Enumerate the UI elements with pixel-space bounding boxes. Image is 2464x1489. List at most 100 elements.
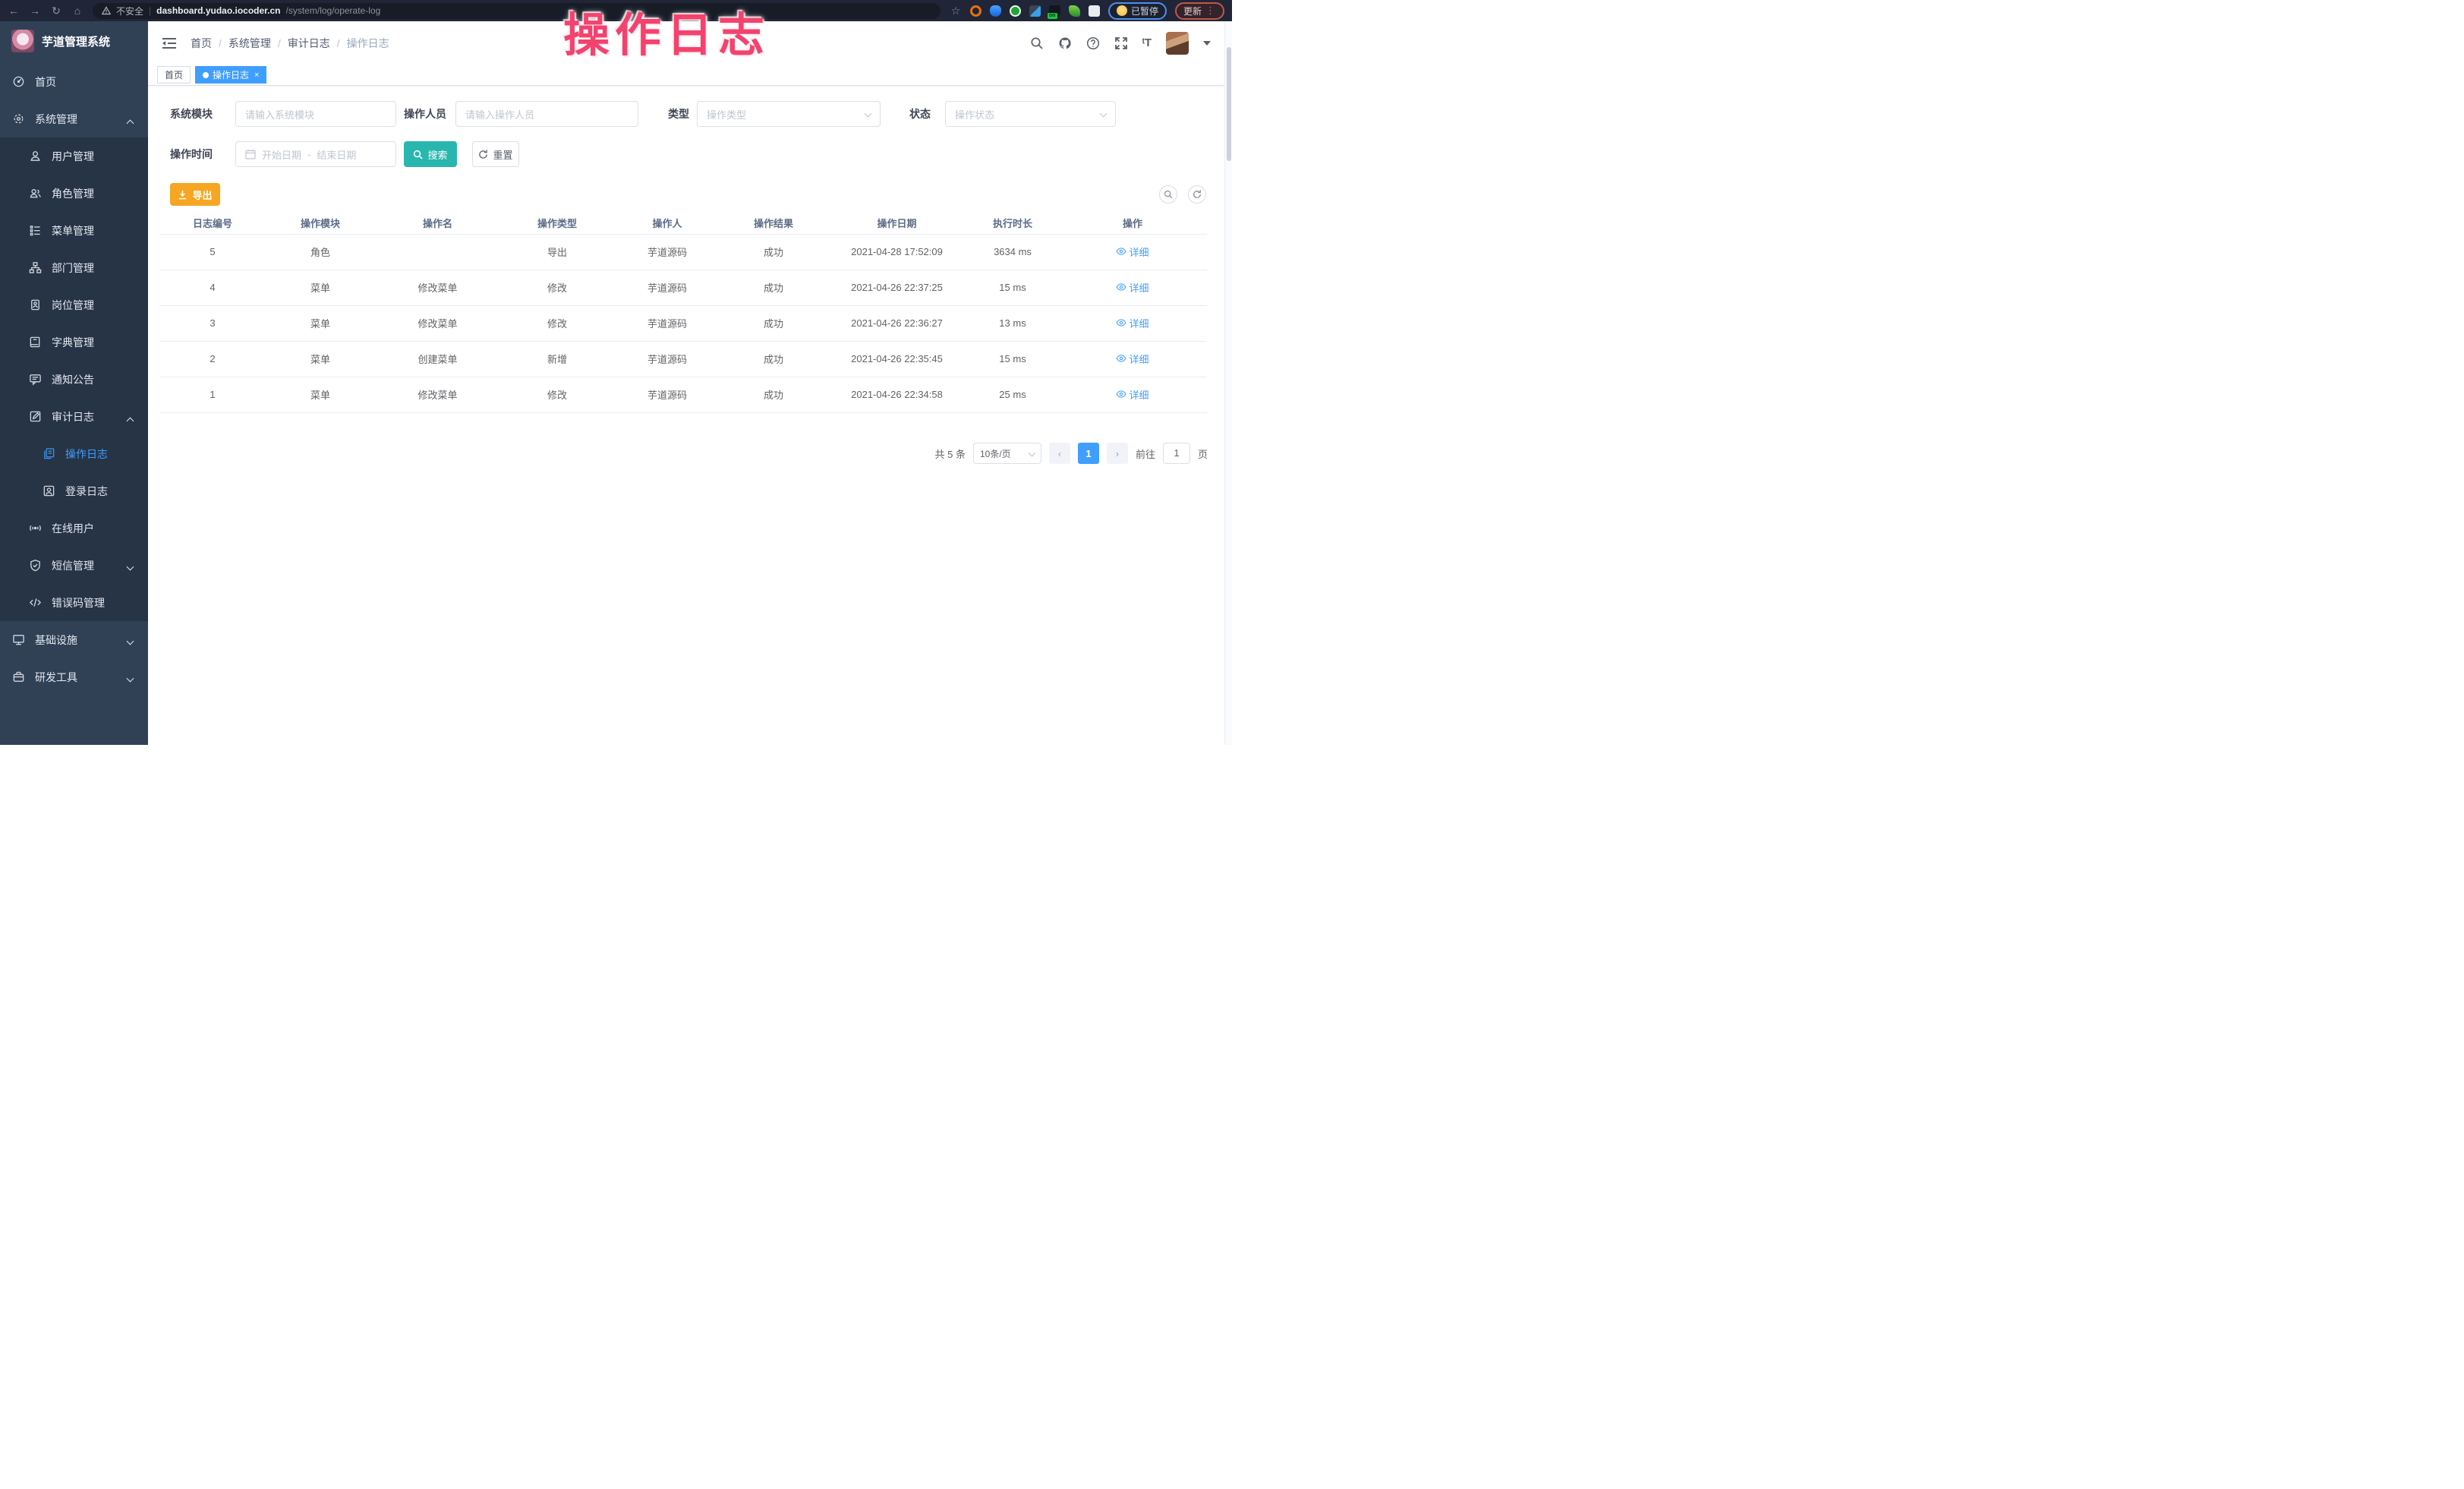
table-cell: 菜单 [266, 341, 375, 377]
table-cell: 修改菜单 [375, 305, 500, 341]
page-1-button[interactable]: 1 [1078, 443, 1099, 464]
refresh-table-button[interactable] [1188, 185, 1206, 203]
sidebar-item-错误码管理[interactable]: 错误码管理 [0, 584, 148, 621]
page-scrollbar[interactable] [1224, 21, 1232, 745]
extension-icon[interactable] [1069, 5, 1080, 17]
detail-link[interactable]: 详细 [1116, 387, 1149, 402]
table-cell: 芋道源码 [614, 270, 720, 305]
scrollbar-thumb[interactable] [1227, 47, 1231, 161]
table-row: 2菜单创建菜单新增芋道源码成功2021-04-26 22:35:4515 ms详… [159, 341, 1207, 377]
chevron-down-icon [127, 563, 134, 570]
column-header: 操作名 [375, 213, 500, 234]
help-icon[interactable] [1086, 36, 1100, 50]
sidebar-item-用户管理[interactable]: 用户管理 [0, 137, 148, 175]
toggle-search-button[interactable] [1159, 185, 1177, 203]
goto-page-input[interactable]: 1 [1163, 443, 1190, 464]
sidebar-item-审计日志[interactable]: 审计日志 [0, 398, 148, 435]
sidebar-item-系统管理[interactable]: 系统管理 [0, 100, 148, 137]
prev-page-button[interactable]: ‹ [1049, 443, 1070, 464]
extension-icon[interactable] [1010, 5, 1021, 17]
operator-placeholder: 请输入操作人员 [465, 107, 534, 121]
user-menu-caret-icon[interactable] [1203, 41, 1211, 46]
font-size-icon[interactable]: ᵗT [1142, 36, 1152, 49]
export-button[interactable]: 导出 [170, 183, 220, 206]
sidebar-item-操作日志[interactable]: 操作日志 [0, 435, 148, 472]
sidebar-item-短信管理[interactable]: 短信管理 [0, 547, 148, 584]
sidebar-item-角色管理[interactable]: 角色管理 [0, 175, 148, 212]
table-cell: 成功 [720, 234, 827, 270]
extension-icon[interactable]: on [1049, 5, 1060, 17]
sidebar-item-菜单管理[interactable]: 菜单管理 [0, 212, 148, 249]
reset-button[interactable]: 重置 [472, 141, 519, 167]
forward-icon[interactable]: → [29, 5, 41, 17]
extension-badge: on [1048, 13, 1057, 19]
sidebar-item-登录日志[interactable]: 登录日志 [0, 472, 148, 509]
sidebar-item-岗位管理[interactable]: 岗位管理 [0, 286, 148, 323]
breadcrumb-item[interactable]: 系统管理 [228, 36, 271, 51]
breadcrumb-separator: / [278, 37, 281, 49]
sidebar-item-研发工具[interactable]: 研发工具 [0, 658, 148, 696]
github-icon[interactable] [1058, 36, 1072, 50]
bookmark-star-icon[interactable]: ☆ [950, 5, 962, 17]
extension-icon[interactable] [1029, 5, 1041, 17]
operate-log-table: 日志编号操作模块操作名操作类型操作人操作结果操作日期执行时长操作5角色导出芋道源… [159, 213, 1207, 413]
sidebar-item-字典管理[interactable]: 字典管理 [0, 323, 148, 361]
sidebar-item-部门管理[interactable]: 部门管理 [0, 249, 148, 286]
fullscreen-icon[interactable] [1114, 36, 1128, 50]
address-bar[interactable]: 不安全 | dashboard.yudao.iocoder.cn /system… [93, 3, 941, 19]
status-select[interactable]: 操作状态 [945, 101, 1116, 127]
tab-操作日志[interactable]: 操作日志× [195, 66, 266, 84]
reload-icon[interactable]: ↻ [50, 5, 62, 17]
puzzle-extensions-icon[interactable] [1089, 5, 1100, 17]
sidebar-item-首页[interactable]: 首页 [0, 63, 148, 100]
module-input[interactable]: 请输入系统模块 [235, 101, 396, 127]
breadcrumb-item[interactable]: 审计日志 [288, 36, 330, 51]
date-range-picker[interactable]: 开始日期 - 结束日期 [235, 141, 396, 167]
user-avatar[interactable] [1166, 32, 1189, 55]
tab-label: 首页 [165, 68, 183, 81]
table-cell: 芋道源码 [614, 377, 720, 412]
detail-link[interactable]: 详细 [1116, 244, 1149, 259]
next-page-button[interactable]: › [1107, 443, 1128, 464]
detail-link[interactable]: 详细 [1116, 316, 1149, 330]
pagination: 共 5 条 10条/页 ‹ 1 › 前往 1 页 [148, 443, 1208, 464]
table-cell-actions: 详细 [1058, 305, 1207, 341]
sidebar-item-label: 系统管理 [35, 112, 77, 127]
home-icon[interactable]: ⌂ [71, 5, 83, 17]
operator-input[interactable]: 请输入操作人员 [455, 101, 638, 127]
table-cell: 2021-04-26 22:34:58 [827, 377, 967, 412]
sidebar: 芋道管理系统 首页系统管理用户管理角色管理菜单管理部门管理岗位管理字典管理通知公… [0, 21, 148, 745]
sidebar-item-label: 错误码管理 [52, 595, 105, 610]
tab-首页[interactable]: 首页 [157, 66, 191, 84]
sidebar-item-label: 短信管理 [52, 558, 94, 573]
sidebar-item-在线用户[interactable]: 在线用户 [0, 509, 148, 547]
sidebar-item-通知公告[interactable]: 通知公告 [0, 361, 148, 398]
table-cell: 导出 [500, 234, 614, 270]
browser-menu-icon[interactable]: ⋮ [1205, 5, 1216, 17]
search-button[interactable]: 搜索 [404, 141, 457, 167]
table-cell: 25 ms [967, 377, 1058, 412]
browser-update-button[interactable]: 更新 ⋮ [1175, 2, 1224, 20]
extension-icon[interactable] [970, 5, 982, 17]
detail-link-label: 详细 [1129, 280, 1149, 295]
type-select[interactable]: 操作类型 [697, 101, 881, 127]
table-cell: 修改 [500, 270, 614, 305]
search-button-label: 搜索 [427, 147, 447, 162]
table-cell: 创建菜单 [375, 341, 500, 377]
back-icon[interactable]: ← [8, 5, 20, 17]
profile-paused-badge[interactable]: 已暂停 [1108, 2, 1167, 20]
breadcrumb-item[interactable]: 首页 [191, 36, 212, 51]
sidebar-item-基础设施[interactable]: 基础设施 [0, 621, 148, 658]
detail-link[interactable]: 详细 [1116, 352, 1149, 366]
table-cell: 修改菜单 [375, 270, 500, 305]
extension-icon[interactable] [990, 5, 1001, 17]
collapse-sidebar-icon[interactable] [162, 37, 177, 49]
eye-icon [1116, 246, 1126, 257]
search-icon[interactable] [1030, 36, 1044, 50]
detail-link[interactable]: 详细 [1116, 280, 1149, 295]
close-icon[interactable]: × [254, 71, 259, 80]
login-log-icon [43, 484, 55, 497]
page-size-select[interactable]: 10条/页 [973, 443, 1041, 464]
table-cell: 成功 [720, 341, 827, 377]
app-logo-row[interactable]: 芋道管理系统 [0, 21, 148, 61]
